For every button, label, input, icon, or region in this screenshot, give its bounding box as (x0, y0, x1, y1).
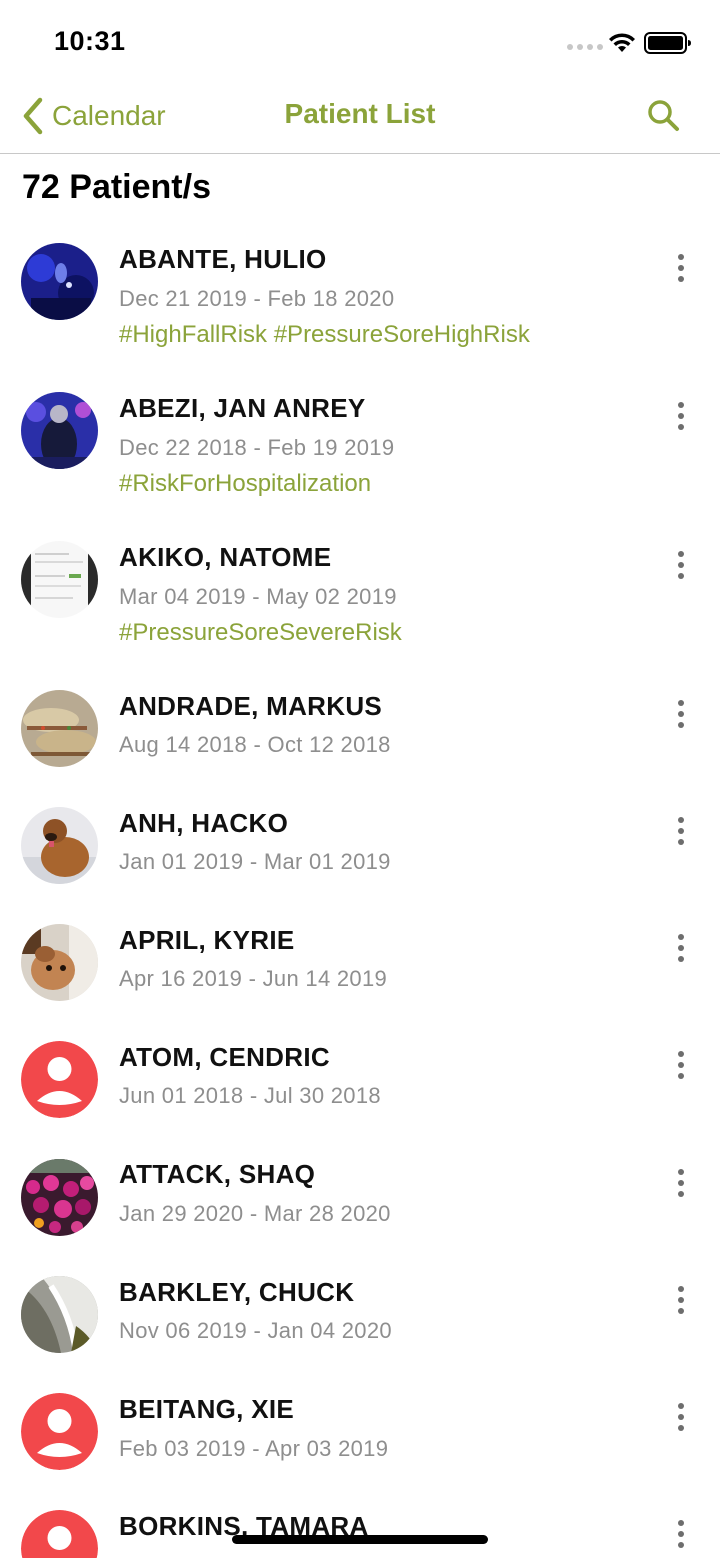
avatar-photo (21, 924, 98, 1001)
patient-name: ABEZI, JAN ANREY (119, 393, 366, 423)
search-icon[interactable] (644, 96, 684, 136)
patient-dates: Dec 22 2018 - Feb 19 2019 (119, 435, 395, 460)
avatar-photo (21, 392, 98, 469)
patient-dates: Jan 01 2019 - Mar 01 2019 (119, 849, 391, 874)
more-options-button[interactable] (666, 545, 696, 585)
more-options-button[interactable] (666, 1397, 696, 1437)
patient-dates: Jan 29 2020 - Mar 28 2020 (119, 1201, 391, 1226)
more-options-button[interactable] (666, 1163, 696, 1203)
avatar-photo (21, 807, 98, 884)
more-options-button[interactable] (666, 1280, 696, 1320)
patient-dates: Apr 16 2019 - Jun 14 2019 (119, 966, 388, 991)
more-options-button[interactable] (666, 694, 696, 734)
default-user-icon (21, 1041, 98, 1118)
signal-dots-icon (567, 44, 603, 50)
patient-name: AKIKO, NATOME (119, 542, 332, 572)
wifi-icon (609, 33, 635, 52)
patient-name: ATOM, CENDRIC (119, 1042, 330, 1072)
patient-tags[interactable]: #HighFallRisk #PressureSoreHighRisk (119, 321, 530, 349)
patient-name: ATTACK, SHAQ (119, 1159, 316, 1189)
status-bar: 10:31 (0, 0, 720, 84)
more-options-button[interactable] (666, 928, 696, 968)
avatar-photo (21, 541, 98, 618)
patient-tags[interactable]: #PressureSoreSevereRisk (119, 619, 402, 647)
more-options-button[interactable] (666, 811, 696, 851)
patient-name: ABANTE, HULIO (119, 244, 327, 274)
more-options-button[interactable] (666, 248, 696, 288)
battery-icon (644, 32, 691, 54)
more-options-button[interactable] (666, 1514, 696, 1554)
patient-dates: Aug 14 2018 - Oct 12 2018 (119, 732, 391, 757)
patient-dates: Mar 04 2019 - May 02 2019 (119, 584, 397, 609)
patient-count-heading: 72 Patient/s (22, 168, 211, 206)
patient-dates: Dec 21 2019 - Feb 18 2020 (119, 286, 395, 311)
default-user-icon (21, 1393, 98, 1470)
default-user-icon (21, 1510, 98, 1558)
avatar-photo (21, 690, 98, 767)
patient-name: ANDRADE, MARKUS (119, 691, 383, 721)
status-time: 10:31 (54, 26, 126, 56)
more-options-button[interactable] (666, 1045, 696, 1085)
more-options-button[interactable] (666, 396, 696, 436)
back-label: Calendar (52, 100, 166, 131)
patient-name: APRIL, KYRIE (119, 925, 295, 955)
avatar-photo (21, 243, 98, 320)
back-button[interactable]: Calendar (20, 96, 166, 136)
home-indicator[interactable] (232, 1535, 488, 1544)
patient-dates: Feb 03 2019 - Apr 03 2019 (119, 1436, 389, 1461)
patient-tags[interactable]: #RiskForHospitalization (119, 470, 371, 498)
patient-dates: Jun 01 2018 - Jul 30 2018 (119, 1083, 381, 1108)
patient-dates: Nov 06 2019 - Jan 04 2020 (119, 1318, 392, 1343)
patient-name: BARKLEY, CHUCK (119, 1277, 355, 1307)
avatar-photo (21, 1159, 98, 1236)
patient-name: ANH, HACKO (119, 808, 289, 838)
patient-name: BEITANG, XIE (119, 1394, 295, 1424)
chevron-left-icon (23, 97, 43, 135)
avatar-photo (21, 1276, 98, 1353)
navigation-bar: Calendar Patient List (0, 84, 720, 154)
